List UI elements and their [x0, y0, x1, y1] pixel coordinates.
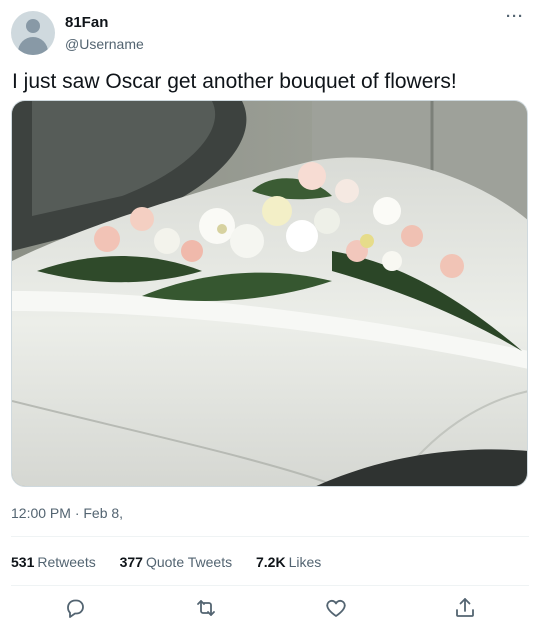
likes-label: Likes [288, 554, 322, 570]
tweet-timestamp[interactable]: 12:00 PM · Feb 8, [11, 504, 123, 522]
tweet-text: I just saw Oscar get another bouquet of … [12, 70, 457, 93]
tweet-image[interactable] [11, 100, 528, 487]
retweets-label: Retweets [37, 554, 96, 570]
tweet-actions-bar [11, 593, 529, 623]
retweets-count: 531 [11, 554, 35, 570]
quote-tweets-label: Quote Tweets [145, 554, 233, 570]
tweet-stats: 531 Retweets 377 Quote Tweets 7.2K Likes [11, 553, 341, 571]
likes-count: 7.2K [256, 554, 286, 570]
display-name[interactable]: 81Fan [65, 14, 108, 32]
more-options-icon[interactable]: ··· [506, 8, 524, 26]
avatar[interactable] [11, 11, 55, 55]
like-icon[interactable] [324, 596, 348, 620]
likes-stat[interactable]: 7.2K Likes [256, 553, 321, 571]
quote-tweets-count: 377 [119, 554, 143, 570]
user-handle[interactable]: @Username [65, 35, 144, 53]
reply-icon[interactable] [63, 596, 87, 620]
car-hood-with-flowers-image [12, 101, 527, 486]
share-icon[interactable] [453, 596, 477, 620]
quote-tweets-stat[interactable]: 377 Quote Tweets [120, 553, 233, 571]
avatar-body-shape [18, 37, 48, 55]
retweet-icon[interactable] [194, 596, 218, 620]
avatar-head-shape [26, 19, 40, 33]
retweets-stat[interactable]: 531 Retweets [11, 553, 96, 571]
divider [11, 585, 529, 586]
divider [11, 536, 529, 537]
